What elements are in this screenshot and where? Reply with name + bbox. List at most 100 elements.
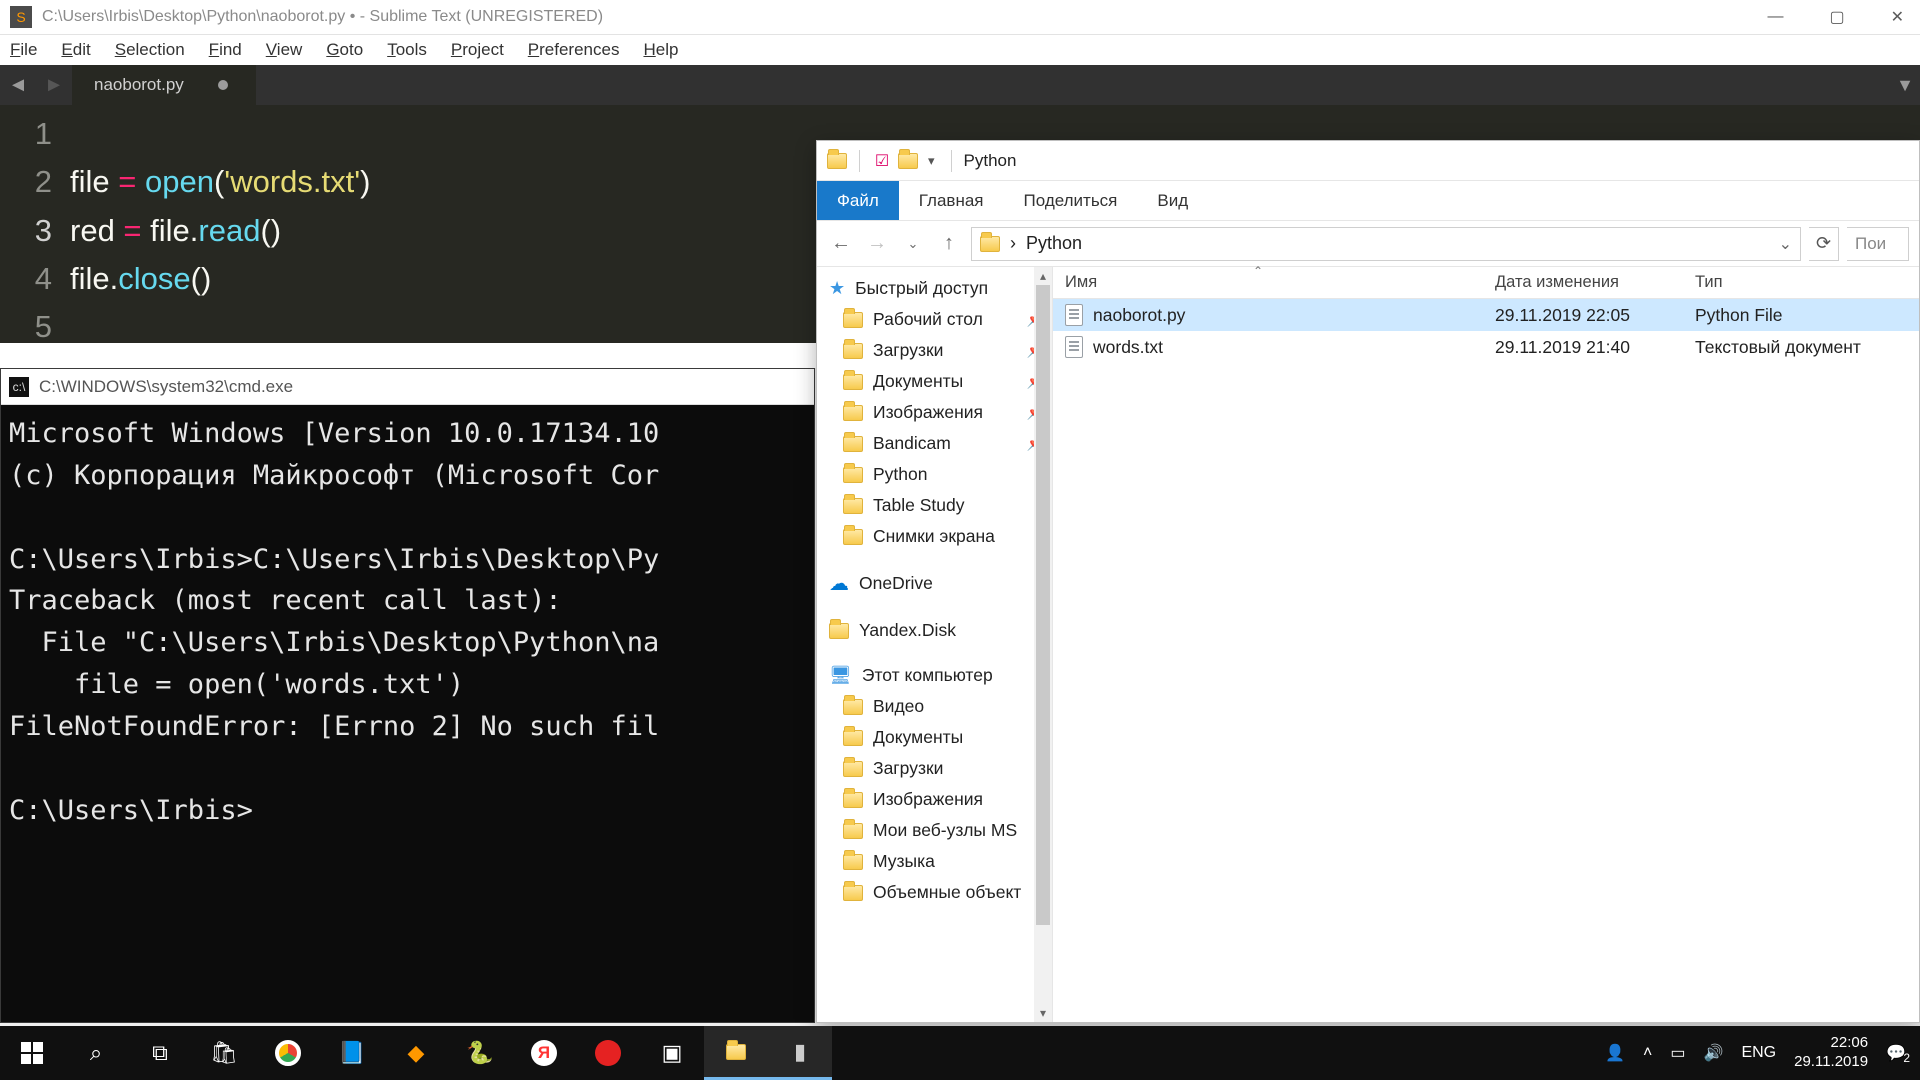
tray-people-icon[interactable]: 👤 xyxy=(1605,1043,1625,1063)
nav-recent-icon[interactable]: ⌄ xyxy=(899,230,927,258)
filelist-header[interactable]: ⌃ Имя Дата изменения Тип xyxy=(1053,267,1919,299)
explorer-titlebar[interactable]: ☑ ▾ Python xyxy=(817,141,1919,181)
col-type[interactable]: Тип xyxy=(1683,267,1919,298)
tray-overflow-icon[interactable]: ˄ xyxy=(1643,1044,1652,1062)
nav-item[interactable]: Python xyxy=(817,459,1052,490)
explorer-filelist[interactable]: ⌃ Имя Дата изменения Тип naoborot.py29.1… xyxy=(1053,267,1919,1022)
address-box[interactable]: › Python ⌄ xyxy=(971,227,1801,261)
nav-item[interactable]: Документы📌 xyxy=(817,366,1052,397)
folder-icon xyxy=(843,529,863,545)
scroll-up-icon[interactable]: ▴ xyxy=(1034,267,1052,285)
nav-quick-access[interactable]: ★ Быстрый доступ xyxy=(817,273,1052,304)
tab-overflow-icon[interactable]: ▼ xyxy=(1890,65,1920,105)
editor-tab[interactable]: naoborot.py xyxy=(72,65,256,105)
menu-project[interactable]: Project xyxy=(451,40,504,60)
navpane-scrollbar[interactable]: ▴ ▾ xyxy=(1034,267,1052,1022)
nav-item[interactable]: Bandicam📌 xyxy=(817,428,1052,459)
nav-item[interactable]: Мои веб-узлы MS xyxy=(817,815,1052,846)
ribbon-tab-home[interactable]: Главная xyxy=(899,181,1004,220)
taskbar-record[interactable] xyxy=(576,1026,640,1080)
qat-open-icon[interactable] xyxy=(898,153,918,169)
file-row[interactable]: naoborot.py29.11.2019 22:05Python File xyxy=(1053,299,1919,331)
search-input[interactable]: Пои xyxy=(1847,227,1909,261)
taskbar-explorer[interactable] xyxy=(704,1026,768,1080)
tray-clock[interactable]: 22:06 29.11.2019 xyxy=(1794,1034,1868,1072)
menu-goto[interactable]: Goto xyxy=(326,40,363,60)
star-icon: ★ xyxy=(829,278,845,299)
nav-onedrive[interactable]: ☁ OneDrive xyxy=(817,566,1052,601)
taskbar-chrome[interactable] xyxy=(256,1026,320,1080)
taskbar-python[interactable]: 🐍 xyxy=(448,1026,512,1080)
taskbar-cmd[interactable]: ▮ xyxy=(768,1026,832,1080)
menu-help[interactable]: Help xyxy=(643,40,678,60)
scroll-down-icon[interactable]: ▾ xyxy=(1034,1004,1052,1022)
menu-view[interactable]: View xyxy=(266,40,303,60)
cmd-body[interactable]: Microsoft Windows [Version 10.0.17134.10… xyxy=(1,405,814,839)
nav-yandex[interactable]: Yandex.Disk xyxy=(817,615,1052,646)
menu-edit[interactable]: Edit xyxy=(61,40,90,60)
tab-back-icon[interactable]: ◄ xyxy=(0,65,36,105)
sublime-titlebar[interactable]: S C:\Users\Irbis\Desktop\Python\naoborot… xyxy=(0,0,1920,35)
menu-tools[interactable]: Tools xyxy=(387,40,427,60)
taskbar-app-blue[interactable]: 📘 xyxy=(320,1026,384,1080)
taskbar: ⌕ ⧉ 🛍 📘 ◆ 🐍 Я ▣ ▮ 👤 ˄ ▭ 🔊 ENG 22:06 29.1… xyxy=(0,1026,1920,1080)
nav-item[interactable]: Документы xyxy=(817,722,1052,753)
menu-file[interactable]: File xyxy=(10,40,37,60)
scroll-thumb[interactable] xyxy=(1036,285,1050,925)
menu-find[interactable]: Find xyxy=(209,40,242,60)
close-button[interactable]: ✕ xyxy=(1885,7,1910,27)
folder-icon xyxy=(843,792,863,808)
cmd-titlebar[interactable]: c:\ C:\WINDOWS\system32\cmd.exe xyxy=(1,369,814,405)
editor-tab-label: naoborot.py xyxy=(94,75,184,95)
tab-forward-icon[interactable]: ► xyxy=(36,65,72,105)
nav-item[interactable]: Видео xyxy=(817,691,1052,722)
maximize-button[interactable]: ▢ xyxy=(1823,7,1850,27)
folder-icon xyxy=(843,374,863,390)
nav-item[interactable]: Снимки экрана xyxy=(817,521,1052,552)
pc-icon: 🖥 xyxy=(829,665,852,686)
folder-icon xyxy=(843,312,863,328)
search-button[interactable]: ⌕ xyxy=(64,1026,128,1080)
address-dropdown-icon[interactable]: ⌄ xyxy=(1779,234,1792,254)
nav-up-icon[interactable]: ↑ xyxy=(935,230,963,258)
tray-volume-icon[interactable]: 🔊 xyxy=(1704,1043,1724,1063)
start-button[interactable] xyxy=(0,1026,64,1080)
folder-icon xyxy=(980,236,1000,252)
nav-item[interactable]: Музыка xyxy=(817,846,1052,877)
ribbon-tab-file[interactable]: Файл xyxy=(817,181,899,220)
nav-forward-icon[interactable]: → xyxy=(863,230,891,258)
taskbar-sublime[interactable]: ◆ xyxy=(384,1026,448,1080)
taskbar-app-cube[interactable]: ▣ xyxy=(640,1026,704,1080)
nav-item[interactable]: Рабочий стол📌 xyxy=(817,304,1052,335)
ribbon-tab-share[interactable]: Поделиться xyxy=(1004,181,1138,220)
ribbon-tab-view[interactable]: Вид xyxy=(1137,181,1208,220)
nav-item[interactable]: Изображения📌 xyxy=(817,397,1052,428)
breadcrumb-sep-icon: › xyxy=(1010,233,1016,254)
breadcrumb-item[interactable]: Python xyxy=(1026,233,1082,254)
menu-selection[interactable]: Selection xyxy=(115,40,185,60)
taskview-button[interactable]: ⧉ xyxy=(128,1026,192,1080)
file-row[interactable]: words.txt29.11.2019 21:40Текстовый докум… xyxy=(1053,331,1919,363)
nav-item[interactable]: Загрузки📌 xyxy=(817,335,1052,366)
tray-language[interactable]: ENG xyxy=(1741,1044,1776,1062)
folder-icon xyxy=(843,854,863,870)
taskbar-yandex[interactable]: Я xyxy=(512,1026,576,1080)
nav-item[interactable]: Загрузки xyxy=(817,753,1052,784)
tray-battery-icon[interactable]: ▭ xyxy=(1670,1043,1685,1063)
qat-dropdown-icon[interactable]: ▾ xyxy=(924,153,939,169)
col-name[interactable]: Имя xyxy=(1053,267,1483,298)
file-icon xyxy=(1065,304,1083,326)
taskbar-store[interactable]: 🛍 xyxy=(192,1026,256,1080)
refresh-icon[interactable]: ⟳ xyxy=(1809,227,1839,261)
qat-properties-icon[interactable]: ☑ xyxy=(872,151,892,171)
nav-item[interactable]: Table Study xyxy=(817,490,1052,521)
nav-item[interactable]: Изображения xyxy=(817,784,1052,815)
nav-back-icon[interactable]: ← xyxy=(827,230,855,258)
menu-preferences[interactable]: Preferences xyxy=(528,40,620,60)
tray-notifications-icon[interactable]: 💬2 xyxy=(1886,1043,1906,1063)
nav-item[interactable]: Объемные объект xyxy=(817,877,1052,908)
col-date[interactable]: Дата изменения xyxy=(1483,267,1683,298)
explorer-navpane[interactable]: ★ Быстрый доступ Рабочий стол📌Загрузки📌Д… xyxy=(817,267,1053,1022)
minimize-button[interactable]: — xyxy=(1761,8,1789,26)
nav-this-pc[interactable]: 🖥 Этот компьютер xyxy=(817,660,1052,691)
